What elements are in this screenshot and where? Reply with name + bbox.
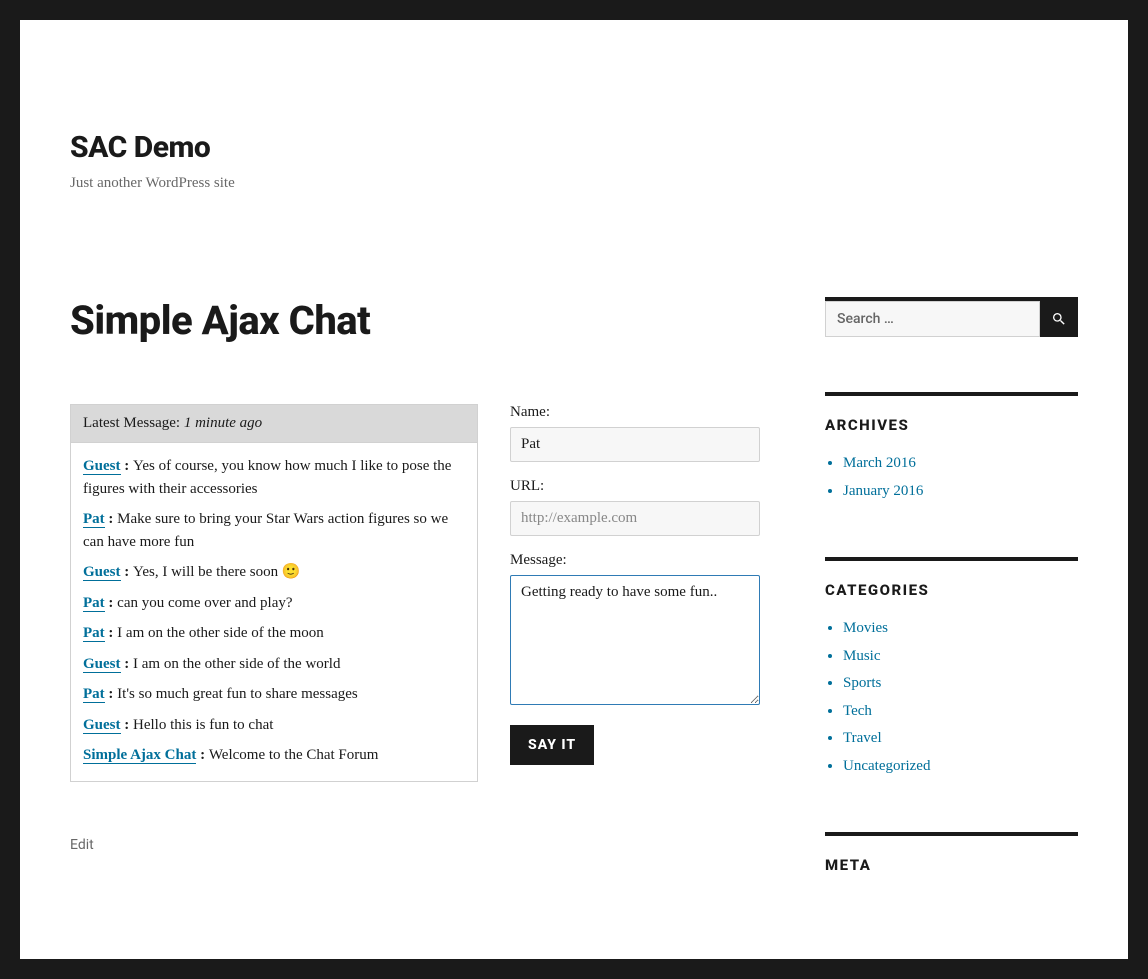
chat-box: Latest Message: 1 minute ago Guest : Yes… <box>70 404 478 782</box>
archive-link[interactable]: March 2016 <box>843 455 916 471</box>
page-frame: SAC Demo Just another WordPress site Sim… <box>20 20 1128 959</box>
meta-title: META <box>825 856 1078 874</box>
chat-separator: : <box>105 511 118 527</box>
list-item: Travel <box>825 727 1078 750</box>
site-title[interactable]: SAC Demo <box>70 130 1078 165</box>
chat-user-link[interactable]: Guest <box>83 564 121 581</box>
name-input[interactable] <box>510 427 760 462</box>
list-item: Sports <box>825 672 1078 695</box>
category-link[interactable]: Sports <box>843 675 881 691</box>
chat-line: Simple Ajax Chat : Welcome to the Chat F… <box>83 744 465 767</box>
chat-separator: : <box>196 747 209 763</box>
list-item: Tech <box>825 700 1078 723</box>
chat-separator: : <box>105 595 118 611</box>
archive-link[interactable]: January 2016 <box>843 483 923 499</box>
chat-line: Pat : Make sure to bring your Star Wars … <box>83 508 465 553</box>
search-button[interactable] <box>1040 301 1078 337</box>
meta-widget: META <box>825 832 1078 874</box>
chat-user-link[interactable]: Guest <box>83 458 121 475</box>
site-header: SAC Demo Just another WordPress site <box>20 20 1128 192</box>
chat-separator: : <box>105 625 118 641</box>
list-item: March 2016 <box>825 452 1078 475</box>
search-widget <box>825 297 1078 337</box>
chat-line: Pat : can you come over and play? <box>83 592 465 615</box>
chat-row: Latest Message: 1 minute ago Guest : Yes… <box>70 404 760 782</box>
categories-widget: CATEGORIES Movies Music Sports Tech Travel Un… <box>825 557 1078 777</box>
chat-line: Guest : Yes of course, you know how much… <box>83 455 465 500</box>
list-item: January 2016 <box>825 480 1078 503</box>
chat-separator: : <box>121 564 134 580</box>
chat-line: Guest : I am on the other side of the wo… <box>83 653 465 676</box>
chat-separator: : <box>121 458 134 474</box>
message-label: Message: <box>510 552 760 569</box>
chat-user-link[interactable]: Pat <box>83 686 105 703</box>
message-textarea[interactable] <box>510 575 760 705</box>
archives-list: March 2016 January 2016 <box>825 452 1078 502</box>
name-label: Name: <box>510 404 760 421</box>
chat-text: Yes of course, you know how much I like … <box>83 458 451 497</box>
categories-list: Movies Music Sports Tech Travel Uncategorized <box>825 617 1078 777</box>
chat-text: Hello this is fun to chat <box>133 717 273 733</box>
category-link[interactable]: Movies <box>843 620 888 636</box>
chat-user-link[interactable]: Guest <box>83 656 121 673</box>
url-input[interactable] <box>510 501 760 536</box>
chat-latest-header: Latest Message: 1 minute ago <box>71 405 477 443</box>
site-tagline: Just another WordPress site <box>70 175 1078 192</box>
chat-user-link[interactable]: Pat <box>83 625 105 642</box>
latest-prefix: Latest Message: <box>83 415 184 431</box>
chat-line: Guest : Hello this is fun to chat <box>83 714 465 737</box>
chat-separator: : <box>121 717 134 733</box>
search-icon <box>1051 311 1067 327</box>
edit-link[interactable]: Edit <box>70 837 760 853</box>
chat-user-link[interactable]: Pat <box>83 511 105 528</box>
category-link[interactable]: Tech <box>843 703 872 719</box>
chat-text: I am on the other side of the moon <box>117 625 324 641</box>
chat-separator: : <box>121 656 134 672</box>
chat-text: It's so much great fun to share messages <box>117 686 358 702</box>
latest-time: 1 minute ago <box>184 415 262 431</box>
chat-text: Yes, I will be there soon 🙂 <box>133 564 301 580</box>
chat-line: Guest : Yes, I will be there soon 🙂 <box>83 561 465 584</box>
sidebar: ARCHIVES March 2016 January 2016 CATEGORI… <box>825 297 1078 929</box>
search-input[interactable] <box>825 301 1040 337</box>
archives-title: ARCHIVES <box>825 416 1078 434</box>
categories-title: CATEGORIES <box>825 581 1078 599</box>
main-column: Simple Ajax Chat Latest Message: 1 minut… <box>70 297 760 929</box>
chat-text: I am on the other side of the world <box>133 656 340 672</box>
chat-line: Pat : I am on the other side of the moon <box>83 622 465 645</box>
chat-user-link[interactable]: Guest <box>83 717 121 734</box>
chat-messages: Guest : Yes of course, you know how much… <box>71 443 477 781</box>
chat-separator: : <box>105 686 118 702</box>
list-item: Music <box>825 645 1078 668</box>
list-item: Movies <box>825 617 1078 640</box>
chat-line: Pat : It's so much great fun to share me… <box>83 683 465 706</box>
say-it-button[interactable]: Say It <box>510 725 594 765</box>
list-item: Uncategorized <box>825 755 1078 778</box>
content-wrap: Simple Ajax Chat Latest Message: 1 minut… <box>20 192 1128 959</box>
category-link[interactable]: Travel <box>843 730 882 746</box>
category-link[interactable]: Uncategorized <box>843 758 930 774</box>
url-label: URL: <box>510 478 760 495</box>
chat-text: Make sure to bring your Star Wars action… <box>83 511 448 550</box>
chat-text: can you come over and play? <box>117 595 292 611</box>
chat-user-link[interactable]: Simple Ajax Chat <box>83 747 196 764</box>
page-title: Simple Ajax Chat <box>70 297 760 344</box>
category-link[interactable]: Music <box>843 648 881 664</box>
chat-user-link[interactable]: Pat <box>83 595 105 612</box>
chat-text: Welcome to the Chat Forum <box>209 747 379 763</box>
archives-widget: ARCHIVES March 2016 January 2016 <box>825 392 1078 502</box>
chat-form: Name: URL: Message: Say It <box>510 404 760 782</box>
